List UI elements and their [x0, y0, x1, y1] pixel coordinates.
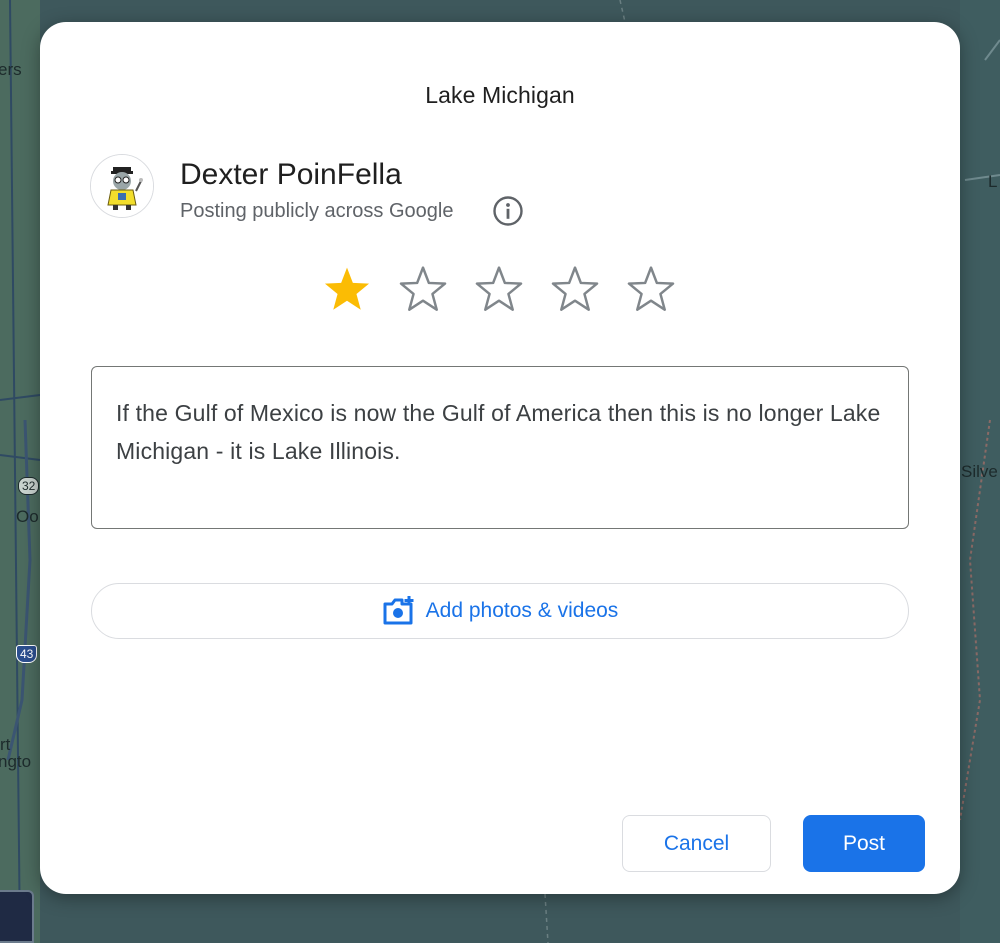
post-button[interactable]: Post [803, 815, 925, 872]
star-5-empty-icon[interactable] [624, 262, 678, 316]
review-text-field[interactable]: If the Gulf of Mexico is now the Gulf of… [91, 366, 909, 529]
map-label-6: Silve [961, 462, 998, 481]
map-label-1: ers [0, 60, 22, 79]
route-shield-32: 32 [18, 477, 40, 495]
posting-visibility-text: Posting publicly across Google [180, 200, 454, 222]
add-photo-camera-icon [383, 596, 414, 625]
star-2-empty-icon[interactable] [396, 262, 450, 316]
map-label-2: Oo [16, 507, 39, 526]
star-3-empty-icon[interactable] [472, 262, 526, 316]
cartoon-avatar-icon [91, 155, 153, 217]
map-layers-thumbnail[interactable] [0, 890, 34, 943]
add-photos-videos-button[interactable]: Add photos & videos [91, 583, 909, 639]
route-shield-43: 43 [16, 645, 38, 663]
star-rating [320, 262, 678, 318]
star-1-filled-icon[interactable] [320, 262, 374, 316]
info-icon[interactable] [492, 195, 524, 227]
map-label-4: ngto [0, 752, 32, 771]
avatar [90, 154, 154, 218]
dialog-title: Lake Michigan [425, 82, 575, 108]
add-photos-videos-label: Add photos & videos [425, 599, 619, 622]
user-name: Dexter PoinFella [180, 158, 402, 191]
map-label-5: L [988, 172, 998, 191]
review-dialog: Lake Michigan Dexter PoinFella Posting p… [40, 22, 960, 894]
star-4-empty-icon[interactable] [548, 262, 602, 316]
cancel-button[interactable]: Cancel [622, 815, 771, 872]
